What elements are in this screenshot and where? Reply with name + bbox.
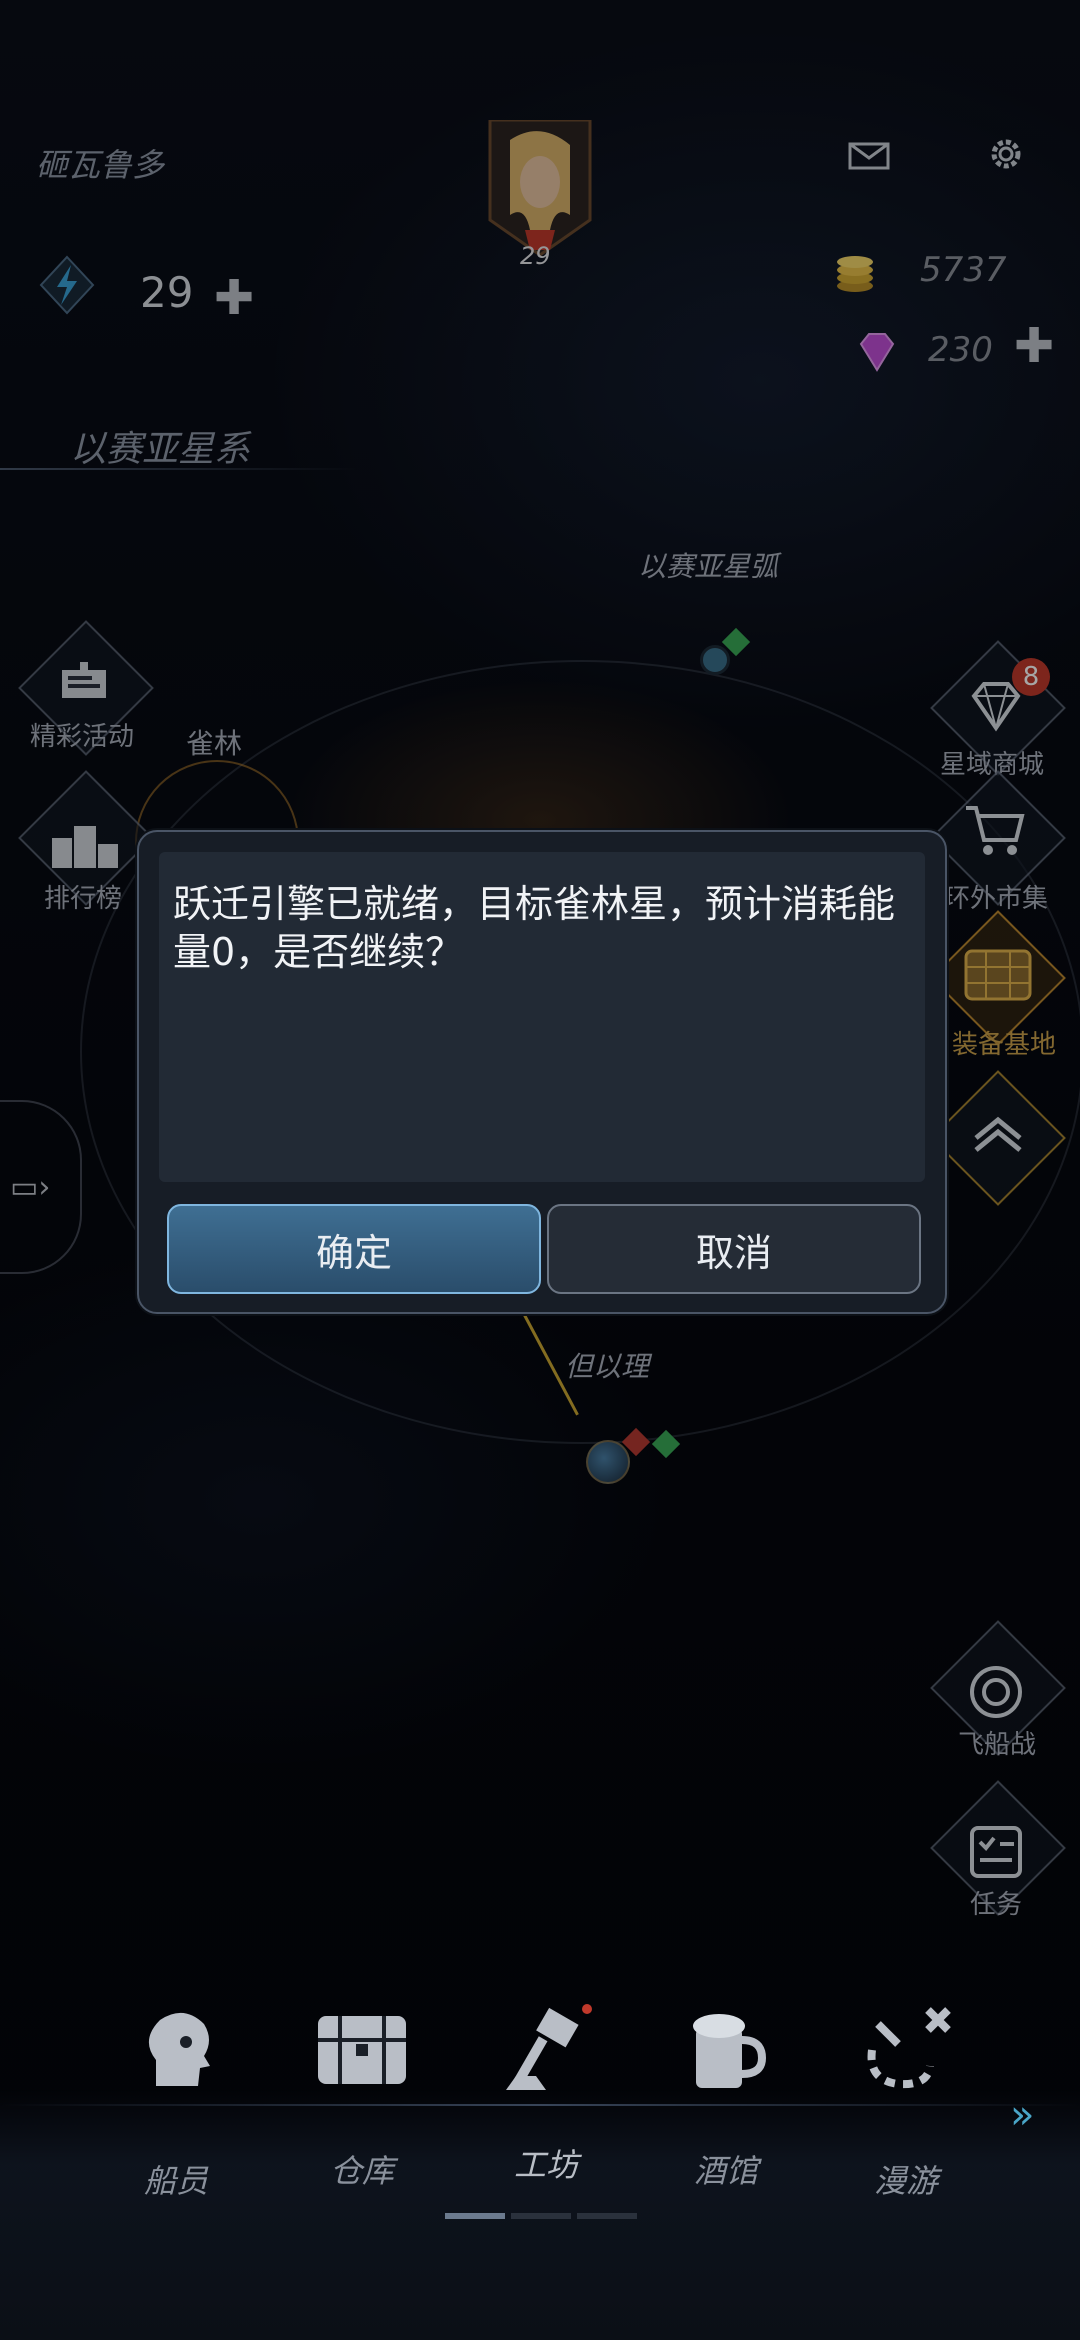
roam-path-icon[interactable] [858, 2000, 958, 2100]
cancel-button[interactable]: 取消 [547, 1204, 921, 1294]
tavern-beer-icon[interactable] [676, 2000, 776, 2100]
nav-workshop-label[interactable]: 工坊 [476, 2140, 616, 2186]
nav-crew-label[interactable]: 船员 [106, 2156, 246, 2202]
warehouse-chest-icon[interactable] [312, 2000, 412, 2100]
dialog-message: 跃迁引擎已就绪，目标雀林星，预计消耗能量0，是否继续？ [173, 882, 896, 974]
workshop-hammer-icon[interactable] [496, 2000, 596, 2100]
more-arrow-icon[interactable]: » [1010, 2092, 1034, 2138]
page-dot-2 [511, 2213, 571, 2219]
page-dot-1 [445, 2213, 505, 2219]
crew-head-icon[interactable] [126, 2000, 226, 2100]
page-indicator [445, 2204, 643, 2223]
page-dot-3 [577, 2213, 637, 2219]
nav-roam-label[interactable]: 漫游 [836, 2156, 976, 2202]
workshop-alert-dot [582, 2004, 592, 2014]
bottom-nav-divider [0, 2104, 1080, 2106]
nav-warehouse-label[interactable]: 仓库 [292, 2146, 432, 2192]
nav-tavern-label[interactable]: 酒馆 [656, 2146, 796, 2192]
confirm-button[interactable]: 确定 [167, 1204, 541, 1294]
jump-confirm-dialog: 跃迁引擎已就绪，目标雀林星，预计消耗能量0，是否继续？ 确定 取消 [137, 830, 947, 1314]
